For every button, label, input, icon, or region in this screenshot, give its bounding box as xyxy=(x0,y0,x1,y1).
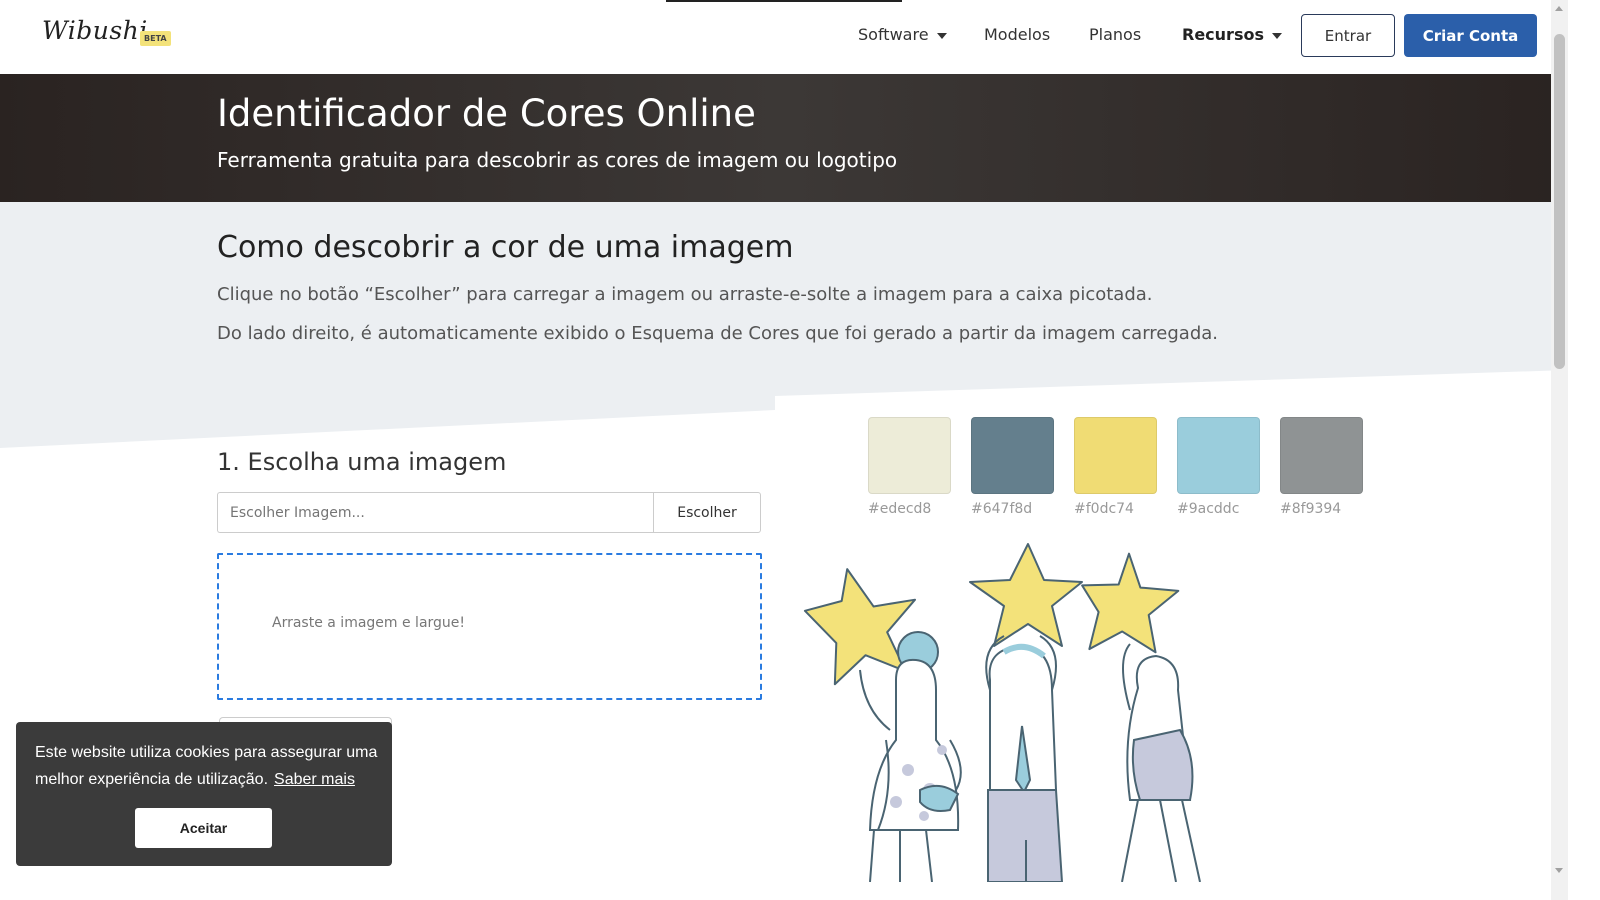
page-subtitle: Ferramenta gratuita para descobrir as co… xyxy=(217,148,898,172)
nav-modelos[interactable]: Modelos xyxy=(984,24,1050,46)
cookie-consent-banner: Este website utiliza cookies para assegu… xyxy=(16,722,392,866)
nav-recursos-label: Recursos xyxy=(1182,25,1264,44)
color-swatch[interactable] xyxy=(1074,417,1157,494)
star-icon xyxy=(969,543,1083,647)
logo[interactable]: Wibushi xyxy=(42,16,148,45)
nav-planos[interactable]: Planos xyxy=(1089,24,1141,46)
swatch-hex-label: #647f8d xyxy=(971,501,1033,517)
nav-software[interactable]: Software xyxy=(858,24,947,46)
learn-more-link[interactable]: Saber mais xyxy=(274,771,355,788)
page-title: Identificador de Cores Online xyxy=(217,92,756,135)
color-swatch[interactable] xyxy=(868,417,951,494)
scrollbar-thumb[interactable] xyxy=(1554,34,1565,369)
dropzone-text: Arraste a imagem e largue! xyxy=(272,615,466,631)
top-navigation: Wibushi BETA Software Modelos Planos Rec… xyxy=(0,0,1568,75)
signup-button[interactable]: Criar Conta xyxy=(1404,14,1537,57)
howto-paragraph-2: Do lado direito, é automaticamente exibi… xyxy=(217,323,1218,344)
swatch-hex-label: #9acddc xyxy=(1177,501,1240,517)
color-swatch[interactable] xyxy=(1280,417,1363,494)
howto-paragraph-1: Clique no botão “Escolher” para carregar… xyxy=(217,284,1153,305)
upload-step-title: 1. Escolha uma imagem xyxy=(217,448,507,476)
page-top-indicator xyxy=(666,0,902,2)
nav-recursos[interactable]: Recursos xyxy=(1182,24,1282,46)
swatch-hex-label: #edecd8 xyxy=(868,501,932,517)
hero-banner: Identificador de Cores Online Ferramenta… xyxy=(0,74,1568,202)
nav-software-label: Software xyxy=(858,25,929,44)
color-swatch[interactable] xyxy=(971,417,1054,494)
beta-badge: BETA xyxy=(140,31,171,46)
caret-down-icon xyxy=(936,32,947,39)
choose-file-button[interactable]: Escolher xyxy=(653,492,761,533)
color-swatch[interactable] xyxy=(1177,417,1260,494)
caret-down-icon xyxy=(1271,32,1282,39)
accept-cookies-button[interactable]: Aceitar xyxy=(135,808,272,848)
scroll-up-arrow-icon[interactable] xyxy=(1555,6,1563,11)
swatch-hex-label: #8f9394 xyxy=(1280,501,1342,517)
howto-title: Como descobrir a cor de uma imagem xyxy=(217,230,794,265)
page-scrollbar[interactable] xyxy=(1551,0,1568,900)
cookie-message: Este website utiliza cookies para assegu… xyxy=(35,739,385,793)
file-name-input[interactable] xyxy=(217,492,654,533)
people-holding-stars-illustration xyxy=(803,543,1201,882)
scroll-down-arrow-icon[interactable] xyxy=(1555,868,1563,873)
star-icon xyxy=(1081,552,1180,654)
login-button[interactable]: Entrar xyxy=(1301,14,1395,57)
swatch-hex-label: #f0dc74 xyxy=(1074,501,1134,517)
image-dropzone[interactable]: Arraste a imagem e largue! xyxy=(217,553,762,700)
